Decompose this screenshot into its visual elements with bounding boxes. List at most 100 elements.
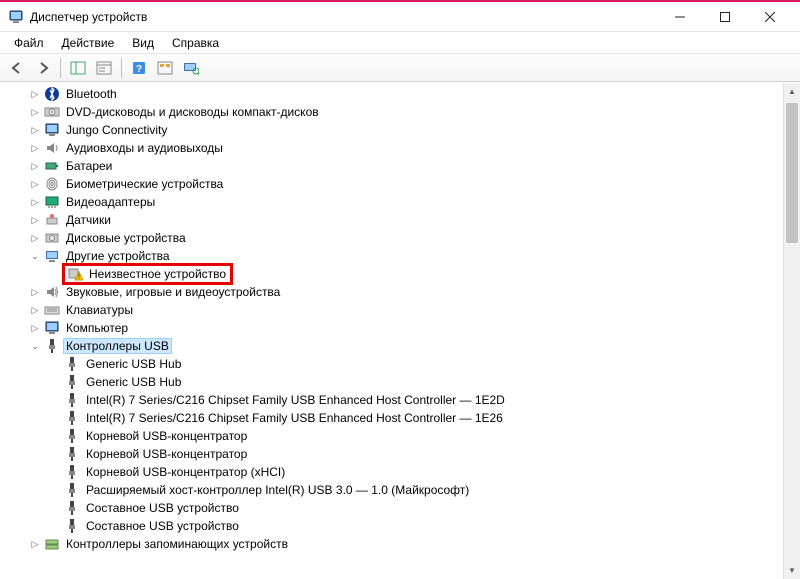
- minimize-button[interactable]: [657, 3, 702, 31]
- display-adapter-icon: [44, 194, 60, 210]
- expand-icon[interactable]: ▷: [28, 141, 42, 155]
- tree-node-usb-child[interactable]: Расширяемый хост-контроллер Intel(R) USB…: [0, 481, 783, 499]
- node-label: Дисковые устройства: [64, 231, 188, 245]
- collapse-icon[interactable]: ⌄: [28, 249, 42, 263]
- tree-node-jungo[interactable]: ▷ Jungo Connectivity: [0, 121, 783, 139]
- tree-node-usb-child[interactable]: Generic USB Hub: [0, 373, 783, 391]
- window-controls: [657, 3, 792, 31]
- biometric-icon: [44, 176, 60, 192]
- back-button[interactable]: [6, 57, 28, 79]
- node-label: Generic USB Hub: [84, 375, 183, 389]
- disc-drive-icon: [44, 104, 60, 120]
- tree-node-sensors[interactable]: ▷ Датчики: [0, 211, 783, 229]
- expand-icon[interactable]: ▷: [28, 303, 42, 317]
- tree-node-usb-child[interactable]: Корневой USB-концентратор (xHCI): [0, 463, 783, 481]
- node-label: Контроллеры USB: [64, 339, 171, 353]
- node-label: Bluetooth: [64, 87, 119, 101]
- menu-help[interactable]: Справка: [164, 34, 227, 52]
- tree-node-usb-child[interactable]: Корневой USB-концентратор: [0, 445, 783, 463]
- node-label: Расширяемый хост-контроллер Intel(R) USB…: [84, 483, 471, 497]
- highlight-box: ! Неизвестное устройство: [62, 263, 233, 285]
- usb-device-icon: [64, 482, 80, 498]
- expand-icon[interactable]: ▷: [28, 321, 42, 335]
- expand-icon[interactable]: ▷: [28, 159, 42, 173]
- tree-node-audio[interactable]: ▷ Аудиовходы и аудиовыходы: [0, 139, 783, 157]
- scan-hardware-button[interactable]: [154, 57, 176, 79]
- menu-view[interactable]: Вид: [124, 34, 162, 52]
- battery-icon: [44, 158, 60, 174]
- keyboard-icon: [44, 302, 60, 318]
- expand-icon[interactable]: ▷: [28, 537, 42, 551]
- collapse-icon[interactable]: ⌄: [28, 339, 42, 353]
- show-hide-console-button[interactable]: [67, 57, 89, 79]
- maximize-button[interactable]: [702, 3, 747, 31]
- tree-node-storage-controllers[interactable]: ▷ Контроллеры запоминающих устройств: [0, 535, 783, 553]
- storage-controller-icon: [44, 536, 60, 552]
- sensor-icon: [44, 212, 60, 228]
- expand-icon[interactable]: ▷: [28, 87, 42, 101]
- device-tree[interactable]: ▷ Bluetooth ▷ DVD-дисководы и дисководы …: [0, 83, 783, 579]
- tree-node-bluetooth[interactable]: ▷ Bluetooth: [0, 85, 783, 103]
- tree-node-battery[interactable]: ▷ Батареи: [0, 157, 783, 175]
- node-label: Компьютер: [64, 321, 130, 335]
- node-label: Корневой USB-концентратор (xHCI): [84, 465, 287, 479]
- usb-device-icon: [64, 356, 80, 372]
- show-hidden-button[interactable]: [180, 57, 202, 79]
- expand-icon[interactable]: ▷: [28, 195, 42, 209]
- tree-node-usb-child[interactable]: Составное USB устройство: [0, 499, 783, 517]
- other-devices-icon: [44, 248, 60, 264]
- bluetooth-icon: [44, 86, 60, 102]
- tree-node-unknown-device[interactable]: ▷ ! Неизвестное устройство: [0, 265, 783, 283]
- scroll-down-button[interactable]: ▼: [784, 562, 800, 579]
- node-label: DVD-дисководы и дисководы компакт-дисков: [64, 105, 321, 119]
- scroll-up-button[interactable]: ▲: [784, 83, 800, 100]
- expand-icon[interactable]: ▷: [28, 123, 42, 137]
- node-label: Звуковые, игровые и видеоустройства: [64, 285, 282, 299]
- tree-node-biometric[interactable]: ▷ Биометрические устройства: [0, 175, 783, 193]
- tree-node-usb-controllers[interactable]: ⌄ Контроллеры USB: [0, 337, 783, 355]
- tree-node-usb-child[interactable]: Generic USB Hub: [0, 355, 783, 373]
- usb-device-icon: [64, 428, 80, 444]
- menu-file[interactable]: Файл: [6, 34, 52, 52]
- node-label: Датчики: [64, 213, 113, 227]
- content-area: ▷ Bluetooth ▷ DVD-дисководы и дисководы …: [0, 82, 800, 579]
- usb-device-icon: [64, 374, 80, 390]
- node-label: Составное USB устройство: [84, 501, 241, 515]
- close-button[interactable]: [747, 3, 792, 31]
- tree-node-disk[interactable]: ▷ Дисковые устройства: [0, 229, 783, 247]
- usb-controller-icon: [44, 338, 60, 354]
- tree-node-video[interactable]: ▷ Видеоадаптеры: [0, 193, 783, 211]
- expand-icon[interactable]: ▷: [28, 177, 42, 191]
- expand-icon[interactable]: ▷: [28, 105, 42, 119]
- forward-button[interactable]: [32, 57, 54, 79]
- tree-node-usb-child[interactable]: Intel(R) 7 Series/C216 Chipset Family US…: [0, 409, 783, 427]
- node-label: Клавиатуры: [64, 303, 135, 317]
- node-label: Составное USB устройство: [84, 519, 241, 533]
- usb-device-icon: [64, 518, 80, 534]
- tree-node-sound[interactable]: ▷ Звуковые, игровые и видеоустройства: [0, 283, 783, 301]
- node-label: Jungo Connectivity: [64, 123, 169, 137]
- menu-action[interactable]: Действие: [54, 34, 123, 52]
- svg-text:!: !: [78, 274, 80, 281]
- node-label: Intel(R) 7 Series/C216 Chipset Family US…: [84, 393, 507, 407]
- usb-device-icon: [64, 464, 80, 480]
- tree-node-usb-child[interactable]: Составное USB устройство: [0, 517, 783, 535]
- toolbar-separator: [60, 58, 61, 78]
- properties-button[interactable]: [93, 57, 115, 79]
- usb-device-icon: [64, 410, 80, 426]
- expand-icon[interactable]: ▷: [28, 231, 42, 245]
- connectivity-icon: [44, 122, 60, 138]
- node-label: Неизвестное устройство: [87, 267, 228, 281]
- tree-node-usb-child[interactable]: Корневой USB-концентратор: [0, 427, 783, 445]
- scroll-thumb[interactable]: [786, 103, 798, 243]
- tree-node-keyboard[interactable]: ▷ Клавиатуры: [0, 301, 783, 319]
- node-label: Биометрические устройства: [64, 177, 225, 191]
- vertical-scrollbar[interactable]: ▲ ▼: [783, 83, 800, 579]
- menubar: Файл Действие Вид Справка: [0, 32, 800, 54]
- tree-node-computer[interactable]: ▷ Компьютер: [0, 319, 783, 337]
- expand-icon[interactable]: ▷: [28, 213, 42, 227]
- help-button[interactable]: ?: [128, 57, 150, 79]
- expand-icon[interactable]: ▷: [28, 285, 42, 299]
- tree-node-dvd[interactable]: ▷ DVD-дисководы и дисководы компакт-диск…: [0, 103, 783, 121]
- tree-node-usb-child[interactable]: Intel(R) 7 Series/C216 Chipset Family US…: [0, 391, 783, 409]
